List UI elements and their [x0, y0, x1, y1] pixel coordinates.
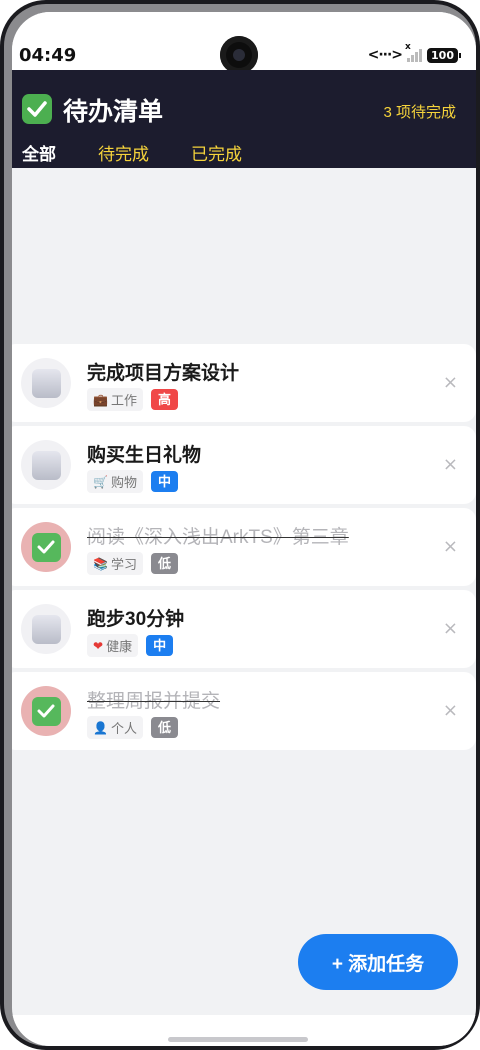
person-icon: 👤: [93, 720, 108, 735]
category-label: 工作: [110, 393, 137, 408]
books-icon: 📚: [93, 556, 108, 571]
cart-icon: 🛒: [93, 474, 108, 489]
empty-box-icon: [31, 368, 61, 398]
task-title: 跑步30分钟: [87, 609, 185, 630]
delete-icon[interactable]: ×: [443, 536, 458, 557]
priority-badge: 低: [150, 717, 178, 738]
priority-badge: 中: [146, 635, 174, 656]
app-header: 待办清单 3 项待完成 全部 待完成 已完成: [12, 70, 476, 168]
delete-icon[interactable]: ×: [443, 700, 458, 721]
tab-completed[interactable]: 已完成: [191, 140, 242, 165]
bottom-area: [12, 1015, 476, 1046]
category-label: 购物: [110, 475, 137, 490]
category-tag: 💼 工作: [87, 388, 143, 411]
task-card[interactable]: 阅读《深入浅出ArkTS》第三章 📚 学习低 ×: [12, 508, 476, 586]
phone-frame: 04:49 <···> x 100 待办清单 3 项待完成 全部 待完成 已完成: [0, 0, 480, 1050]
category-tag: 🛒 购物: [87, 470, 143, 493]
status-time: 04:49: [19, 45, 77, 66]
task-meta: 📚 学习低: [87, 552, 178, 575]
task-meta: ❤ 健康中: [87, 634, 174, 657]
heart-icon: ❤: [93, 638, 104, 653]
category-label: 健康: [106, 639, 133, 654]
category-tag: 📚 学习: [87, 552, 143, 575]
filter-tabs: 全部 待完成 已完成: [22, 140, 284, 165]
status-icons: <···> x 100: [367, 42, 461, 63]
priority-badge: 低: [150, 553, 178, 574]
task-checkbox[interactable]: [21, 604, 71, 654]
tab-pending[interactable]: 待完成: [98, 140, 149, 165]
category-label: 个人: [110, 721, 137, 736]
task-card[interactable]: 购买生日礼物 🛒 购物中 ×: [12, 426, 476, 504]
page-title: 待办清单: [63, 98, 164, 126]
no-signal-mark: x: [405, 42, 411, 52]
checkmark-icon: [31, 532, 61, 562]
task-title: 整理周报并提交: [87, 691, 221, 712]
empty-box-icon: [31, 614, 61, 644]
tab-all[interactable]: 全部: [22, 140, 56, 165]
checkmark-logo-icon: [22, 94, 52, 124]
delete-icon[interactable]: ×: [443, 372, 458, 393]
task-title: 阅读《深入浅出ArkTS》第三章: [87, 527, 349, 548]
task-title: 购买生日礼物: [87, 445, 202, 466]
add-task-button[interactable]: + 添加任务: [298, 934, 458, 990]
task-card[interactable]: 整理周报并提交 👤 个人低 ×: [12, 672, 476, 750]
delete-icon[interactable]: ×: [443, 618, 458, 639]
task-meta: 🛒 购物中: [87, 470, 178, 493]
category-tag: 👤 个人: [87, 716, 143, 739]
category-label: 学习: [110, 557, 137, 572]
battery-icon: 100: [427, 47, 461, 63]
home-indicator[interactable]: [168, 1037, 308, 1042]
priority-badge: 中: [150, 471, 178, 492]
status-bar: 04:49 <···> x 100: [12, 12, 476, 74]
category-tag: ❤ 健康: [87, 634, 139, 657]
delete-icon[interactable]: ×: [443, 454, 458, 475]
task-checkbox-checked[interactable]: [21, 686, 71, 736]
task-meta: 👤 个人低: [87, 716, 178, 739]
briefcase-icon: 💼: [93, 392, 108, 407]
front-camera: [220, 36, 258, 74]
task-card[interactable]: 跑步30分钟 ❤ 健康中 ×: [12, 590, 476, 668]
task-checkbox[interactable]: [21, 440, 71, 490]
task-checkbox[interactable]: [21, 358, 71, 408]
priority-badge: 高: [150, 389, 178, 410]
task-checkbox-checked[interactable]: [21, 522, 71, 572]
task-list: 完成项目方案设计 💼 工作高 × 购买生日礼物 🛒 购物中 × 阅读《深入浅出ArkTS》第三章…: [12, 344, 476, 754]
network-icon: <···>: [367, 47, 403, 63]
signal-icon: x: [405, 42, 423, 62]
phone-bezel: 04:49 <···> x 100 待办清单 3 项待完成 全部 待完成 已完成: [4, 4, 476, 1046]
screen: 04:49 <···> x 100 待办清单 3 项待完成 全部 待完成 已完成: [12, 12, 476, 1046]
task-title: 完成项目方案设计: [87, 363, 240, 384]
task-card[interactable]: 完成项目方案设计 💼 工作高 ×: [12, 344, 476, 422]
pending-count: 3 项待完成: [383, 104, 456, 121]
empty-box-icon: [31, 450, 61, 480]
task-meta: 💼 工作高: [87, 388, 178, 411]
checkmark-icon: [31, 696, 61, 726]
